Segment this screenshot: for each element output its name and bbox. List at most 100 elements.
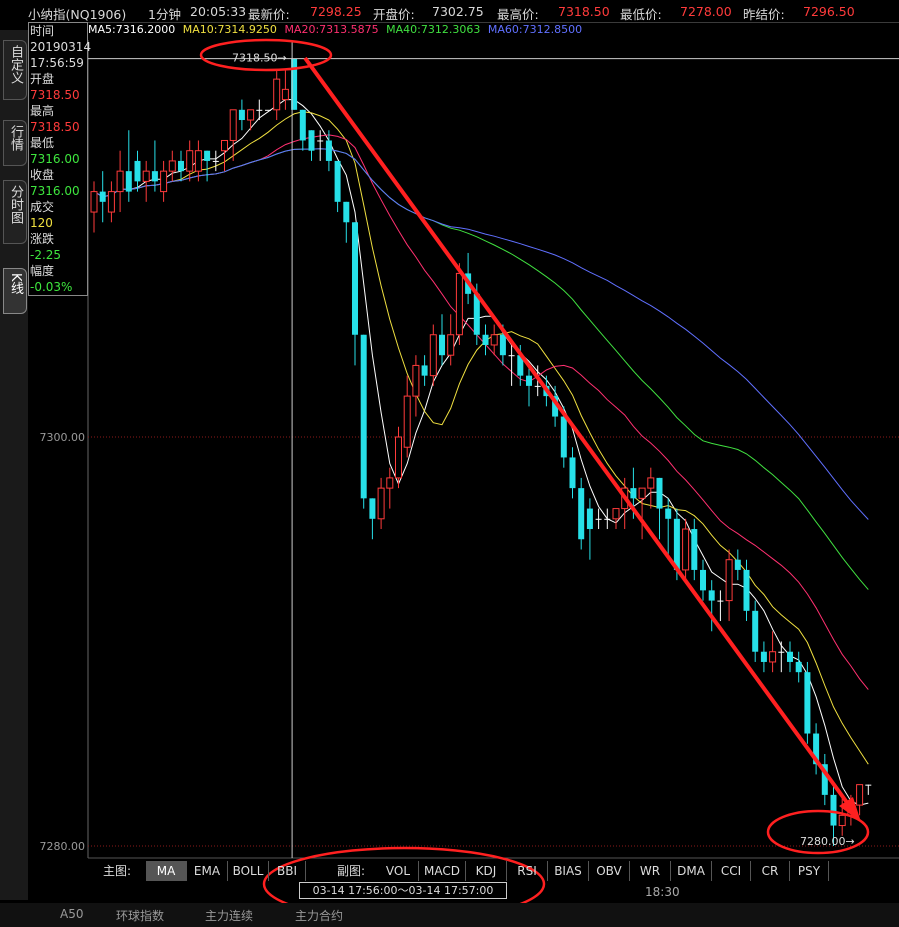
ma60-legend: MA60:7312.8500 <box>487 23 583 36</box>
candle-body <box>482 334 489 345</box>
crosshair-time-range: 03-14 17:56:00～03-14 17:57:00 <box>299 882 507 899</box>
kline-chart[interactable]: 7300.00 7280.00 7318.50→ 7280.00→ <box>0 0 899 927</box>
prev-settle-value: 7296.50 <box>803 4 855 19</box>
info-volume-label: 成交 <box>30 200 55 214</box>
open-value: 7302.75 <box>432 4 484 19</box>
candle-body <box>578 488 585 540</box>
tab-quote[interactable]: 行情 <box>3 120 27 166</box>
indicator-wr-button[interactable]: WR <box>630 861 671 881</box>
indicator-macd-button[interactable]: MACD <box>419 861 466 881</box>
bottom-tab-main-contract[interactable]: 主力合约 <box>295 907 343 924</box>
candle-body <box>116 170 124 193</box>
indicator-ema-button[interactable]: EMA <box>187 861 228 881</box>
indicator-bbi-button[interactable]: BBI <box>269 861 306 881</box>
candle-body <box>499 334 506 356</box>
candle-body <box>334 160 341 202</box>
candle-body <box>299 109 306 141</box>
candle-body <box>194 150 202 172</box>
candle-body <box>134 160 141 182</box>
tab-custom[interactable]: 自定义 <box>3 40 27 100</box>
x-axis-time-label: 18:30 <box>645 885 680 899</box>
main-chart-label: 主图: <box>102 864 132 878</box>
indicator-vol-button[interactable]: VOL <box>378 861 419 881</box>
tab-timeshare[interactable]: 分时图 <box>3 180 27 244</box>
latest-label: 最新价: <box>248 7 290 22</box>
candle-body <box>142 170 150 182</box>
candle-body <box>725 559 733 602</box>
info-pct: -0.03% <box>30 280 73 294</box>
prev-settle-label: 昨结价: <box>743 7 785 22</box>
indicator-boll-button[interactable]: BOLL <box>228 861 269 881</box>
candle-body <box>90 191 98 213</box>
candle-body <box>838 814 846 827</box>
info-change-label: 涨跌 <box>30 232 55 246</box>
low-value: 7278.00 <box>680 4 732 19</box>
trend-arrow-line <box>303 56 853 810</box>
high-marker-label: 7318.50→ <box>232 52 287 65</box>
indicator-cci-button[interactable]: CCI <box>712 861 751 881</box>
indicator-bias-button[interactable]: BIAS <box>548 861 589 881</box>
info-open-label: 开盘 <box>30 72 55 86</box>
candle-body <box>708 590 715 601</box>
candle-body <box>395 436 402 479</box>
bottom-tab-main-continuous[interactable]: 主力连续 <box>205 907 253 924</box>
ma-legend: MA5:7316.2000 MA10:7314.9250 MA20:7313.5… <box>88 23 586 39</box>
indicator-obv-button[interactable]: OBV <box>589 861 630 881</box>
candle-body <box>168 160 176 172</box>
candle-body <box>560 416 567 458</box>
candle-body <box>656 477 663 509</box>
candle-body <box>604 518 611 520</box>
candle-body <box>238 109 245 121</box>
bottom-tab-global-index[interactable]: 环球指数 <box>116 907 164 924</box>
candle-body <box>178 160 184 172</box>
indicator-dma-button[interactable]: DMA <box>671 861 712 881</box>
info-low-label: 最低 <box>30 136 55 150</box>
period-label: 1分钟 <box>148 7 181 22</box>
info-time-label: 时间 <box>30 24 55 38</box>
bottom-tab-a50[interactable]: A50 <box>60 907 83 921</box>
tab-custom-label: 自定义 <box>8 45 23 84</box>
tab-kline-label: K线 <box>8 273 23 295</box>
candle-body <box>760 651 767 662</box>
candle-body <box>778 651 785 653</box>
candle-body <box>186 150 194 172</box>
candle-body <box>229 109 237 141</box>
y-tick-label: 7300.00 <box>40 431 86 444</box>
ma60-line <box>93 148 869 520</box>
indicator-ma-button[interactable]: MA <box>146 861 187 881</box>
candle-body <box>612 508 620 520</box>
indicator-psy-button[interactable]: PSY <box>790 861 829 881</box>
candle-body <box>717 600 724 602</box>
indicator-cr-button[interactable]: CR <box>751 861 790 881</box>
candle-body <box>412 364 420 397</box>
tab-quote-label: 行情 <box>8 125 23 151</box>
high-label: 最高价: <box>497 7 539 22</box>
candle-body <box>325 140 332 161</box>
candle-body <box>403 395 411 448</box>
high-value: 7318.50 <box>558 4 610 19</box>
candle-body <box>734 559 741 570</box>
ma10-legend: MA10:7314.9250 <box>182 23 277 36</box>
indicator-rsi-button[interactable]: RSI <box>507 861 548 881</box>
info-pct-label: 幅度 <box>30 264 55 278</box>
candle-body <box>586 508 593 530</box>
candle-body <box>308 130 315 151</box>
candle-body <box>526 375 532 386</box>
tab-kline[interactable]: K线 <box>3 268 27 314</box>
candle-body <box>700 569 706 591</box>
low-marker-label: 7280.00→ <box>800 835 855 848</box>
candle-body <box>317 140 324 142</box>
low-label: 最低价: <box>620 7 662 22</box>
candle-body <box>752 610 759 652</box>
indicator-kdj-button[interactable]: KDJ <box>466 861 507 881</box>
candle-body <box>447 334 455 356</box>
ma10-line <box>93 111 869 765</box>
candle-body <box>439 334 445 356</box>
candle-body <box>421 365 428 376</box>
info-volume: 120 <box>30 216 53 230</box>
ma40-legend: MA40:7312.3063 <box>386 23 481 36</box>
open-label: 开盘价: <box>373 7 415 22</box>
candle-body <box>769 651 777 663</box>
candle-body <box>787 651 793 662</box>
candle-body <box>490 334 498 346</box>
